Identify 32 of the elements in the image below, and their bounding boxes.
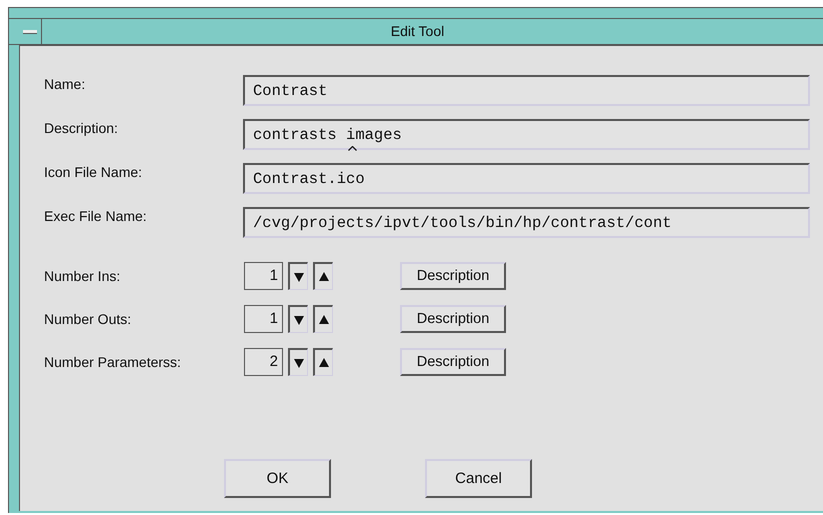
field-label: Exec File Name: [44, 207, 148, 224]
up-arrow-button[interactable] [313, 348, 333, 376]
down-triangle-icon [294, 358, 304, 368]
up-triangle-icon [318, 358, 328, 368]
up-triangle-icon [318, 272, 328, 282]
input-field[interactable]: /cvg/projects/ipvt/tools/bin/hp/contrast/cont [243, 207, 810, 238]
description-button[interactable]: Description [400, 262, 506, 290]
input-field[interactable]: Contrast.ico [243, 163, 810, 194]
window-title: Edit Tool [390, 22, 446, 41]
number-field[interactable]: 1 [244, 262, 283, 290]
up-triangle-icon [318, 314, 328, 324]
spinner-label: Number Ins: [44, 268, 122, 284]
number-field[interactable]: 1 [244, 305, 283, 333]
down-arrow-button[interactable] [288, 305, 308, 333]
field-label: Icon File Name: [44, 163, 144, 180]
down-arrow-button[interactable] [288, 348, 308, 376]
input-field[interactable]: contrasts images [243, 119, 810, 150]
field-label: Name: [44, 75, 86, 92]
down-triangle-icon [294, 314, 304, 324]
down-triangle-icon [294, 272, 304, 282]
cancel-button[interactable]: Cancel [425, 459, 532, 498]
spinner-label: Number Parameterss: [44, 354, 182, 370]
input-field[interactable]: Contrast [243, 75, 810, 106]
up-arrow-button[interactable] [313, 305, 333, 333]
number-field[interactable]: 2 [244, 348, 283, 376]
description-button[interactable]: Description [400, 348, 506, 376]
description-button[interactable]: Description [400, 305, 506, 333]
field-label: Description: [44, 119, 119, 136]
down-arrow-button[interactable] [288, 262, 308, 290]
ok-button[interactable]: OK [224, 459, 331, 498]
up-arrow-button[interactable] [313, 262, 333, 290]
spinner-label: Number Outs: [44, 311, 132, 327]
